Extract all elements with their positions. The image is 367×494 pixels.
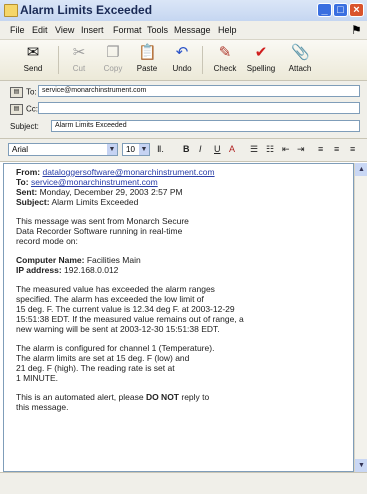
status-bar	[0, 472, 367, 494]
cc-row: ▤ Cc:	[0, 102, 367, 117]
check-names-icon: ✎	[218, 44, 232, 61]
toolbar: ✉ Send ✂ Cut ❐ Copy 📋 Paste ↶ Undo ✎ Che…	[0, 40, 367, 81]
decrease-indent-icon[interactable]: ⇤	[282, 144, 290, 155]
intro-paragraph: This message was sent from Monarch Secur…	[16, 216, 189, 246]
copy-icon: ❐	[106, 44, 120, 61]
paste-label: Paste	[136, 64, 158, 73]
paste-button[interactable]: 📋 Paste	[130, 42, 164, 73]
scroll-up-icon[interactable]: ▲	[355, 163, 367, 176]
cut-button[interactable]: ✂ Cut	[62, 42, 96, 73]
cut-label: Cut	[72, 64, 86, 73]
align-right-icon[interactable]: ≡	[350, 144, 355, 154]
subject-field[interactable]: Alarm Limits Exceeded	[51, 120, 360, 132]
message-icon	[4, 4, 18, 17]
send-label: Send	[23, 64, 43, 73]
menu-tools[interactable]: Tools	[147, 25, 168, 35]
numbered-list-icon[interactable]: ☰	[250, 144, 258, 155]
address-book-icon: ▤	[10, 104, 23, 115]
align-center-icon[interactable]: ≡	[334, 144, 339, 154]
italic-button[interactable]: I	[199, 144, 202, 154]
spelling-icon: ✔	[254, 44, 268, 61]
copy-label: Copy	[103, 64, 123, 73]
toolbar-separator	[58, 46, 59, 74]
font-select[interactable]: Arial ▼	[8, 143, 118, 156]
menu-help[interactable]: Help	[218, 25, 237, 35]
formatting-toolbar: Arial ▼ 10 ▼ Ⅱ. B I U A ☰ ☷ ⇤ ⇥ ≡ ≡ ≡	[0, 139, 367, 162]
address-header: ▤ To: service@monarchinstrument.com ▤ Cc: …	[0, 81, 367, 139]
menu-message[interactable]: Message	[174, 25, 211, 35]
paste-icon: 📋	[138, 44, 157, 61]
bold-button[interactable]: B	[183, 144, 190, 154]
check-button[interactable]: ✎ Check	[208, 42, 242, 73]
sent-date: Monday, December 29, 2003 2:57 PM	[39, 187, 183, 197]
maximize-button[interactable]: □	[333, 3, 348, 17]
send-icon: ✉	[26, 44, 40, 61]
menu-insert[interactable]: Insert	[81, 25, 104, 35]
windows-logo-icon: ⚑	[351, 23, 362, 37]
copy-button[interactable]: ❐ Copy	[96, 42, 130, 73]
spelling-button[interactable]: ✔ Spelling	[244, 42, 278, 73]
spelling-label: Spelling	[246, 64, 276, 73]
menu-view[interactable]: View	[55, 25, 74, 35]
quoted-subject: Alarm Limits Exceeded	[51, 197, 139, 207]
to-row: ▤ To: service@monarchinstrument.com	[0, 85, 367, 100]
paperclip-icon: 📎	[291, 44, 310, 61]
font-size-select[interactable]: 10 ▼	[122, 143, 150, 156]
title-bar: Alarm Limits Exceeded _ □ ×	[0, 0, 367, 22]
attach-button[interactable]: 📎 Attach	[283, 42, 317, 73]
compose-window: Alarm Limits Exceeded _ □ × File Edit Vi…	[0, 0, 367, 494]
underline-button[interactable]: U	[214, 144, 221, 154]
cc-label[interactable]: ▤ Cc:	[10, 104, 38, 115]
address-book-icon: ▤	[10, 87, 23, 98]
minimize-button[interactable]: _	[317, 3, 332, 17]
scroll-down-icon[interactable]: ▼	[355, 459, 367, 472]
subject-label: Subject:	[10, 122, 39, 131]
send-button[interactable]: ✉ Send	[16, 42, 50, 73]
chevron-down-icon: ▼	[107, 144, 117, 155]
font-size-value: 10	[126, 145, 135, 154]
close-button[interactable]: ×	[349, 3, 364, 17]
font-color-button[interactable]: A	[229, 144, 235, 154]
vertical-scrollbar[interactable]: ▲ ▼	[354, 163, 367, 472]
paragraph-style-icon[interactable]: Ⅱ.	[157, 144, 164, 155]
align-left-icon[interactable]: ≡	[318, 144, 323, 154]
scissors-icon: ✂	[72, 44, 86, 61]
computer-info: Computer Name: Facilities Main IP addres…	[16, 255, 141, 275]
message-body[interactable]: From: dataloggersoftware@monarchinstrume…	[3, 163, 354, 472]
attach-label: Attach	[288, 64, 312, 73]
to-email-link[interactable]: service@monarchinstrument.com	[31, 177, 158, 187]
window-title: Alarm Limits Exceeded	[20, 3, 153, 17]
alarm-details-paragraph: The measured value has exceeded the alar…	[16, 284, 244, 334]
menu-bar: File Edit View Insert Format Tools Messa…	[0, 21, 367, 40]
menu-format[interactable]: Format	[113, 25, 142, 35]
to-field[interactable]: service@monarchinstrument.com	[38, 85, 360, 97]
to-label[interactable]: ▤ To:	[10, 87, 37, 98]
toolbar-separator	[202, 46, 203, 74]
quoted-header: From: dataloggersoftware@monarchinstrume…	[16, 167, 215, 207]
chevron-down-icon: ▼	[139, 144, 149, 155]
font-select-value: Arial	[12, 145, 29, 154]
bullet-list-icon[interactable]: ☷	[266, 144, 274, 155]
alarm-config-paragraph: The alarm is configured for channel 1 (T…	[16, 343, 215, 383]
menu-file[interactable]: File	[10, 25, 25, 35]
undo-label: Undo	[172, 64, 192, 73]
closing-paragraph: This is an automated alert, please DO NO…	[16, 392, 210, 412]
subject-row: Subject: Alarm Limits Exceeded	[0, 120, 367, 135]
menu-edit[interactable]: Edit	[32, 25, 48, 35]
increase-indent-icon[interactable]: ⇥	[297, 144, 305, 155]
from-email-link[interactable]: dataloggersoftware@monarchinstrument.com	[42, 167, 214, 177]
cc-field[interactable]	[38, 102, 360, 114]
undo-button[interactable]: ↶ Undo	[165, 42, 199, 73]
undo-icon: ↶	[175, 44, 189, 61]
check-label: Check	[213, 64, 237, 73]
